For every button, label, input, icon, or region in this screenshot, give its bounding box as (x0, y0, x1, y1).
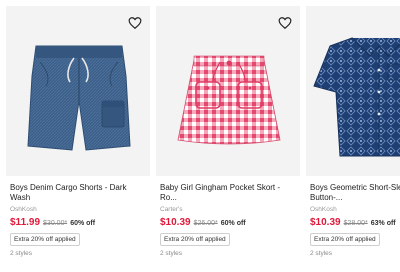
discount-percent: 60% off (70, 220, 96, 227)
product-card[interactable]: Boys Geometric Short-Sleeve Button-... O… (306, 0, 400, 272)
extra-discount-badge: Extra 20% off applied (10, 233, 80, 246)
extra-discount-badge: Extra 20% off applied (160, 233, 230, 246)
geometric-shirt-image (313, 37, 400, 157)
heart-outline-icon[interactable] (278, 16, 292, 30)
original-price: $26.00* (193, 220, 218, 227)
gingham-skort-image (177, 55, 281, 145)
product-image[interactable] (156, 6, 300, 176)
product-image[interactable] (6, 6, 150, 176)
original-price: $30.00* (43, 220, 68, 227)
product-brand: OshKosh (310, 206, 337, 213)
denim-shorts-image (27, 45, 131, 151)
extra-discount-badge: Extra 20% off applied (310, 233, 380, 246)
product-image[interactable] (306, 6, 400, 176)
style-count[interactable]: 2 styles (10, 250, 32, 257)
product-name[interactable]: Boys Geometric Short-Sleeve Button-... (310, 183, 400, 203)
sale-price: $10.39 (160, 217, 191, 228)
product-brand: Carter's (160, 206, 183, 213)
product-card[interactable]: Baby Girl Gingham Pocket Skort - Ro... C… (156, 0, 300, 272)
sale-price: $11.99 (10, 217, 41, 228)
product-name[interactable]: Boys Denim Cargo Shorts - Dark Wash (10, 183, 146, 203)
price-row: $10.39 $26.00* 60% off (160, 217, 246, 228)
price-row: $10.39 $28.00* 63% off (310, 217, 396, 228)
style-count[interactable]: 2 styles (160, 250, 182, 257)
product-brand: OshKosh (10, 206, 37, 213)
price-row: $11.99 $30.00* 60% off (10, 217, 95, 228)
heart-outline-icon[interactable] (128, 16, 142, 30)
sale-price: $10.39 (310, 217, 341, 228)
product-card[interactable]: Boys Denim Cargo Shorts - Dark Wash OshK… (6, 0, 150, 272)
original-price: $28.00* (343, 220, 368, 227)
product-name[interactable]: Baby Girl Gingham Pocket Skort - Ro... (160, 183, 296, 203)
product-grid: Boys Denim Cargo Shorts - Dark Wash OshK… (0, 0, 400, 272)
discount-percent: 60% off (220, 220, 246, 227)
style-count[interactable]: 2 styles (310, 250, 332, 257)
discount-percent: 63% off (370, 220, 396, 227)
